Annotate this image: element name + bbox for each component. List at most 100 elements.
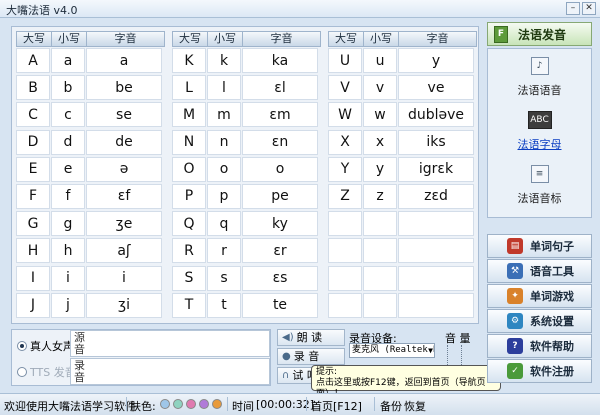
letter-row[interactable]: Ooo: [172, 156, 321, 183]
lowercase-cell[interactable]: a: [51, 48, 85, 73]
letter-row[interactable]: Aaa: [16, 47, 165, 74]
lowercase-cell[interactable]: s: [207, 265, 241, 291]
letter-row[interactable]: Uuy: [328, 47, 477, 74]
pronunciation-cell[interactable]: zɛd: [398, 183, 474, 209]
pronunciation-cell[interactable]: se: [86, 102, 162, 128]
skin-color-swatch[interactable]: [186, 399, 196, 409]
uppercase-cell[interactable]: L: [172, 75, 206, 101]
uppercase-cell[interactable]: M: [172, 102, 206, 128]
skin-color-swatch[interactable]: [199, 399, 209, 409]
letter-row[interactable]: Jj ʒi: [16, 292, 165, 319]
lowercase-cell[interactable]: r: [207, 238, 241, 264]
lowercase-cell[interactable]: w: [363, 102, 397, 128]
letter-row[interactable]: Kk ka: [172, 47, 321, 74]
pronunciation-cell[interactable]: a: [86, 48, 162, 73]
pronunciation-cell[interactable]: be: [86, 75, 162, 101]
uppercase-cell[interactable]: K: [172, 48, 206, 73]
minimize-button[interactable]: –: [566, 2, 580, 15]
uppercase-cell[interactable]: O: [172, 156, 206, 182]
uppercase-cell[interactable]: H: [16, 238, 50, 264]
uppercase-cell[interactable]: A: [16, 48, 50, 73]
lowercase-cell[interactable]: b: [51, 75, 85, 101]
uppercase-cell[interactable]: J: [16, 292, 50, 318]
letter-row[interactable]: Qq ky: [172, 210, 321, 237]
backup-button[interactable]: 备份: [380, 398, 402, 414]
menu-button[interactable]: ▤ 单词句子: [487, 234, 592, 258]
uppercase-cell[interactable]: X: [328, 129, 362, 155]
uppercase-cell[interactable]: G: [16, 211, 50, 237]
letter-row[interactable]: Nn ɛn: [172, 129, 321, 156]
pronunciation-cell[interactable]: pe: [242, 183, 318, 209]
letter-row[interactable]: Ss ɛs: [172, 265, 321, 292]
uppercase-cell[interactable]: P: [172, 183, 206, 209]
menu-button[interactable]: ✓ 软件注册: [487, 359, 592, 383]
skin-color-swatch[interactable]: [212, 399, 222, 409]
pronunciation-cell[interactable]: te: [242, 292, 318, 318]
skin-color-swatch[interactable]: [173, 399, 183, 409]
uppercase-cell[interactable]: Y: [328, 156, 362, 182]
letter-row[interactable]: Iii: [16, 265, 165, 292]
pronunciation-cell[interactable]: ka: [242, 48, 318, 73]
lowercase-cell[interactable]: x: [363, 129, 397, 155]
pronunciation-cell[interactable]: y: [398, 48, 474, 73]
lowercase-cell[interactable]: i: [51, 265, 85, 291]
lowercase-cell[interactable]: d: [51, 129, 85, 155]
uppercase-cell[interactable]: R: [172, 238, 206, 264]
letter-row[interactable]: Yy igrɛk: [328, 156, 477, 183]
restore-button[interactable]: 恢复: [404, 398, 426, 414]
letter-row[interactable]: Zz zɛd: [328, 183, 477, 210]
read-button[interactable]: ◀) 朗 读: [277, 329, 345, 346]
pronunciation-cell[interactable]: i: [86, 265, 162, 291]
uppercase-cell[interactable]: U: [328, 48, 362, 73]
pronunciation-cell[interactable]: ɛm: [242, 102, 318, 128]
uppercase-cell[interactable]: B: [16, 75, 50, 101]
lowercase-cell[interactable]: u: [363, 48, 397, 73]
uppercase-cell[interactable]: T: [172, 292, 206, 318]
uppercase-cell[interactable]: Z: [328, 183, 362, 209]
pronunciation-cell[interactable]: ɛr: [242, 238, 318, 264]
menu-button[interactable]: ⚒ 语音工具: [487, 259, 592, 283]
close-button[interactable]: ✕: [582, 2, 596, 15]
lowercase-cell[interactable]: f: [51, 183, 85, 209]
french-pronunciation-button[interactable]: F 法语发音: [487, 22, 592, 46]
uppercase-cell[interactable]: N: [172, 129, 206, 155]
pronunciation-cell[interactable]: o: [242, 156, 318, 182]
letter-row[interactable]: Cc se: [16, 101, 165, 128]
pronunciation-cell[interactable]: ve: [398, 75, 474, 101]
lowercase-cell[interactable]: k: [207, 48, 241, 73]
uppercase-cell[interactable]: I: [16, 265, 50, 291]
record-button[interactable]: ● 录 音: [277, 348, 345, 365]
pronunciation-cell[interactable]: ɛl: [242, 75, 318, 101]
pronunciation-cell[interactable]: ɛf: [86, 183, 162, 209]
pronunciation-cell[interactable]: aʃ: [86, 238, 162, 264]
letter-row[interactable]: Ll ɛl: [172, 74, 321, 101]
lowercase-cell[interactable]: h: [51, 238, 85, 264]
lowercase-cell[interactable]: o: [207, 156, 241, 182]
lowercase-cell[interactable]: q: [207, 211, 241, 237]
lowercase-cell[interactable]: n: [207, 129, 241, 155]
pronunciation-cell[interactable]: dubləve: [398, 102, 474, 128]
letter-row[interactable]: Ww dubləve: [328, 101, 477, 128]
uppercase-cell[interactable]: W: [328, 102, 362, 128]
letter-row[interactable]: Rr ɛr: [172, 237, 321, 264]
lowercase-cell[interactable]: g: [51, 211, 85, 237]
letter-row[interactable]: Mm ɛm: [172, 101, 321, 128]
skin-color-swatch[interactable]: [160, 399, 170, 409]
pronunciation-cell[interactable]: ə: [86, 156, 162, 182]
pronunciation-cell[interactable]: ɛs: [242, 265, 318, 291]
letter-row[interactable]: Pp pe: [172, 183, 321, 210]
lowercase-cell[interactable]: z: [363, 183, 397, 209]
lowercase-cell[interactable]: c: [51, 102, 85, 128]
subitem-french-phonetics[interactable]: ≡ 法语音标: [488, 165, 591, 206]
lowercase-cell[interactable]: e: [51, 156, 85, 182]
letter-row[interactable]: Bb be: [16, 74, 165, 101]
pronunciation-cell[interactable]: igrɛk: [398, 156, 474, 182]
uppercase-cell[interactable]: D: [16, 129, 50, 155]
pronunciation-cell[interactable]: iks: [398, 129, 474, 155]
uppercase-cell[interactable]: F: [16, 183, 50, 209]
lowercase-cell[interactable]: v: [363, 75, 397, 101]
tts-voice-radio[interactable]: TTS 发音: [17, 364, 76, 380]
uppercase-cell[interactable]: Q: [172, 211, 206, 237]
letter-row[interactable]: Hh aʃ: [16, 237, 165, 264]
menu-button[interactable]: ⚙ 系统设置: [487, 309, 592, 333]
